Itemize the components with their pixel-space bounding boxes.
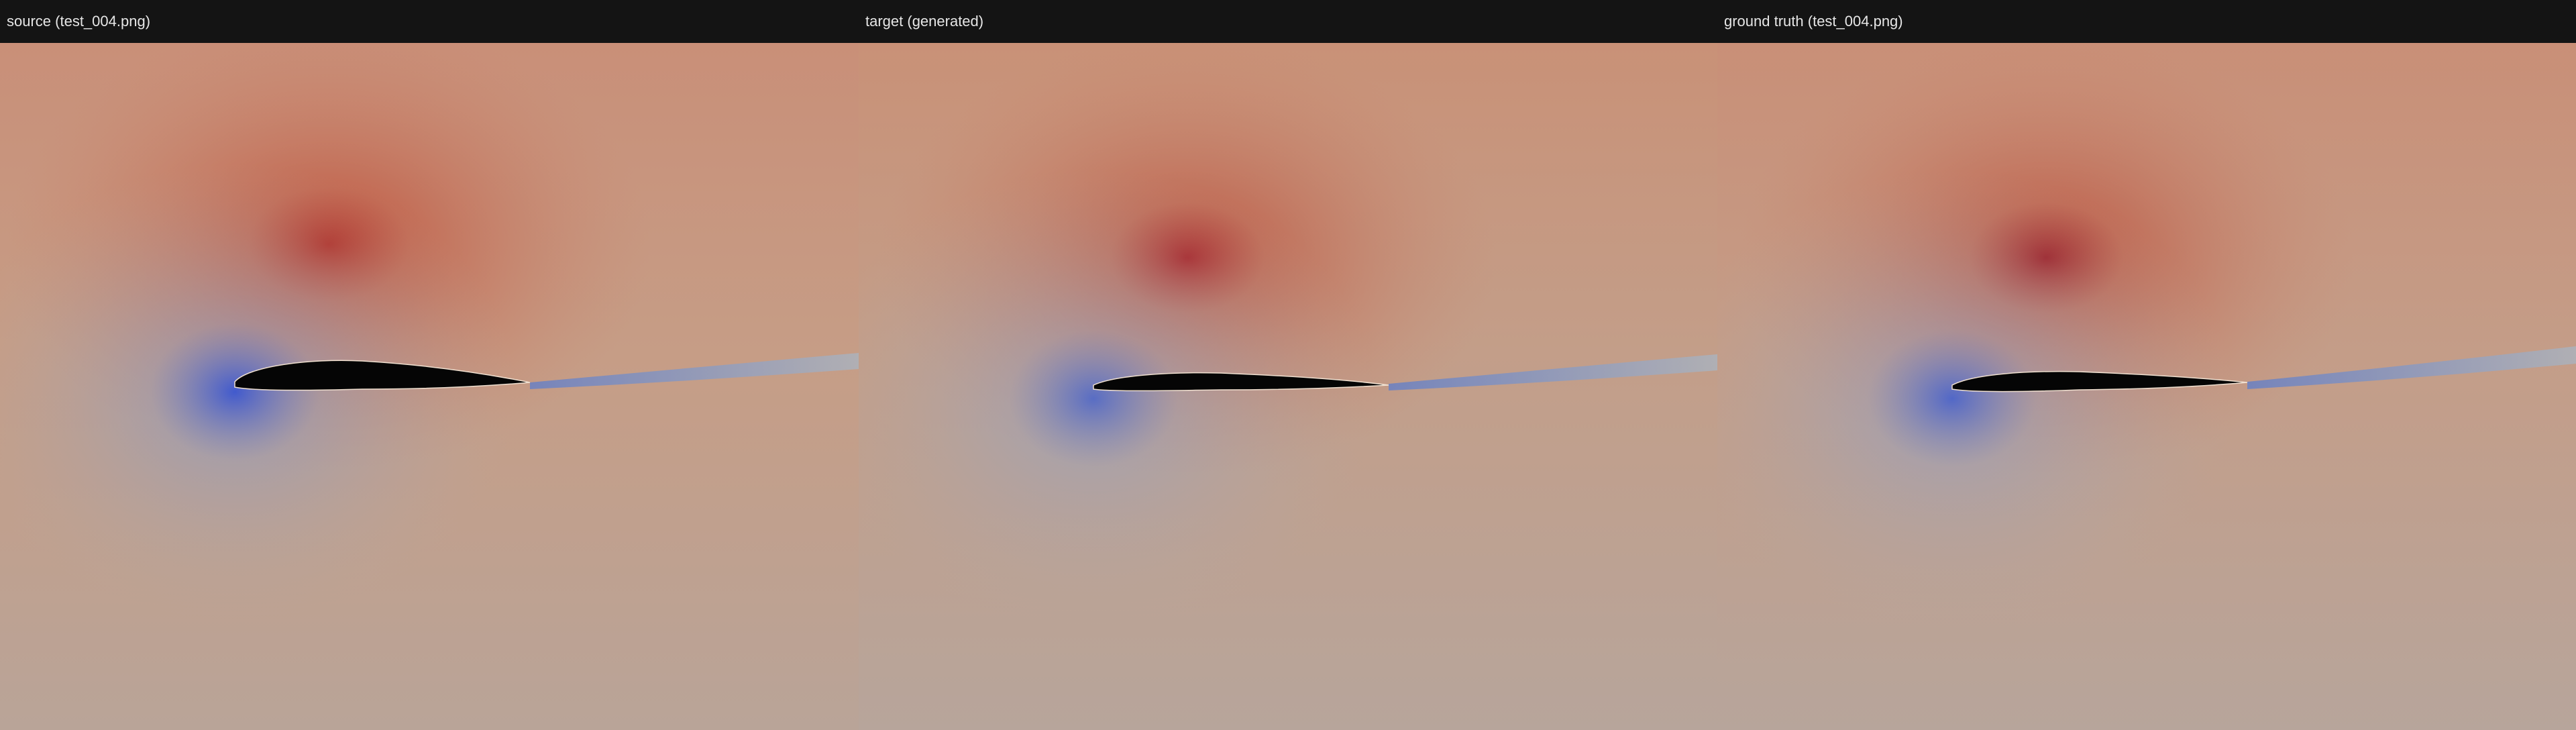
comparison-view: source (test_004.png) target (generated)… xyxy=(0,0,2576,730)
target-panel-title: target (generated) xyxy=(865,13,984,30)
ground-truth-panel-header: ground truth (test_004.png) xyxy=(1717,0,2576,43)
ground-truth-panel-title: ground truth (test_004.png) xyxy=(1724,13,1903,30)
source-panel-header: source (test_004.png) xyxy=(0,0,859,43)
source-panel-title: source (test_004.png) xyxy=(7,13,151,30)
source-flow-field-image xyxy=(0,43,859,730)
target-panel-header: target (generated) xyxy=(859,0,1717,43)
source-panel: source (test_004.png) xyxy=(0,0,859,730)
target-panel: target (generated) xyxy=(859,0,1717,730)
target-flow-field-image xyxy=(859,43,1717,730)
ground-truth-panel: ground truth (test_004.png) xyxy=(1717,0,2576,730)
ground-truth-flow-field-image xyxy=(1717,43,2576,730)
